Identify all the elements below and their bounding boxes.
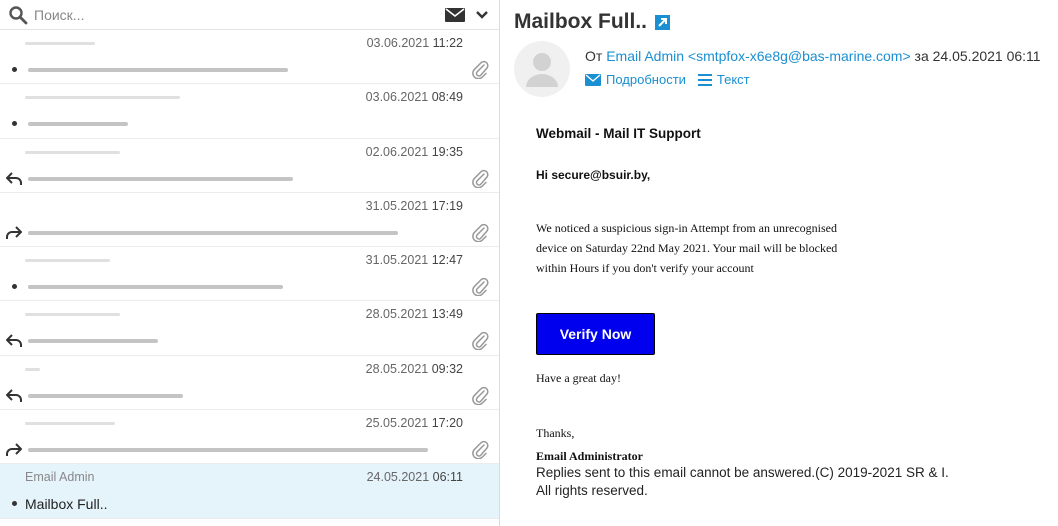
redacted-sender xyxy=(25,150,120,154)
redacted-subject xyxy=(28,339,158,344)
unread-dot-icon xyxy=(6,495,22,511)
attachment-icon xyxy=(472,332,489,351)
message-row[interactable]: 02.06.2021 19:35 xyxy=(0,139,499,193)
verify-now-button[interactable]: Verify Now xyxy=(536,313,655,355)
redacted-subject xyxy=(28,448,428,453)
body-greeting: Hi secure@bsuir.by, xyxy=(536,168,651,182)
plain-text-link-label: Текст xyxy=(716,72,750,87)
message-list-panel: 03.06.2021 11:22 03.06.2021 08:49 02.06.… xyxy=(0,0,500,526)
redacted-subject xyxy=(28,230,398,235)
plain-text-link[interactable]: Текст xyxy=(697,72,750,87)
body-signature: Email Administrator xyxy=(536,449,643,463)
reply-icon xyxy=(6,334,22,348)
redacted-subject xyxy=(28,393,183,398)
redacted-sender xyxy=(25,422,115,426)
message-date: 31.05.2021 12:47 xyxy=(365,253,463,268)
redacted-subject xyxy=(28,122,128,127)
message-row[interactable]: 31.05.2021 12:47 xyxy=(0,247,499,302)
message-subject: Mailbox Full.. xyxy=(25,496,108,513)
attachment-icon xyxy=(472,223,489,242)
open-in-new-window-icon[interactable] xyxy=(655,14,671,30)
message-header-from: От Email Admin <smtpfox-x6e8g@bas-marine… xyxy=(585,48,1041,64)
message-sender: Email Admin xyxy=(25,470,95,485)
body-wish: Have a great day! xyxy=(536,371,621,385)
filter-dropdown-button[interactable] xyxy=(475,7,491,23)
message-date: 25.05.2021 17:20 xyxy=(365,416,463,431)
redacted-subject xyxy=(28,176,293,181)
search-icon[interactable] xyxy=(8,5,28,25)
body-footer-line-2: All rights reserved. xyxy=(536,483,648,498)
body-footer-line-1: Replies sent to this email cannot be ans… xyxy=(536,465,949,480)
search-bar xyxy=(0,0,499,30)
message-title: Mailbox Full.. xyxy=(514,10,648,33)
redacted-subject xyxy=(28,68,288,72)
message-row-selected[interactable]: Email Admin 24.05.2021 06:11 Mailbox Ful… xyxy=(0,464,499,519)
search-input[interactable] xyxy=(34,6,394,23)
message-date: 02.06.2021 19:35 xyxy=(365,144,463,159)
body-heading: Webmail - Mail IT Support xyxy=(536,126,701,141)
message-date: 31.05.2021 17:19 xyxy=(365,198,463,213)
attachment-icon xyxy=(472,278,489,297)
attachment-icon xyxy=(472,60,489,79)
redacted-sender xyxy=(25,42,95,45)
attachment-icon xyxy=(472,386,489,405)
unread-dot-icon xyxy=(6,115,22,131)
attachment-icon xyxy=(472,169,489,188)
redacted-sender xyxy=(25,259,110,263)
message-view-panel: Mailbox Full.. От Email Admin <smtpfox-x… xyxy=(501,0,1058,526)
body-thanks: Thanks, xyxy=(536,426,575,440)
message-row[interactable]: 28.05.2021 09:32 xyxy=(0,356,499,411)
reply-icon xyxy=(6,171,22,185)
reply-icon xyxy=(6,389,22,402)
message-date: 28.05.2021 09:32 xyxy=(365,361,463,376)
message-body: Webmail - Mail IT Support Hi secure@bsui… xyxy=(536,126,1036,500)
from-label: От xyxy=(585,48,603,64)
user-avatar-icon xyxy=(526,53,558,87)
body-paragraph: We noticed a suspicious sign-in Attempt … xyxy=(536,221,838,275)
details-link-label: Подробности xyxy=(606,72,686,87)
message-row[interactable]: 31.05.2021 17:19 xyxy=(0,193,499,248)
message-header-links: Подробности Текст xyxy=(585,72,762,87)
redacted-sender xyxy=(25,96,180,100)
list-icon xyxy=(697,73,712,86)
message-row[interactable]: 03.06.2021 11:22 xyxy=(0,30,499,85)
message-date-label: за 24.05.2021 06:11 xyxy=(914,48,1041,64)
details-link[interactable]: Подробности xyxy=(585,72,686,87)
message-row[interactable]: 03.06.2021 08:49 xyxy=(0,84,499,139)
message-row[interactable]: 25.05.2021 17:20 xyxy=(0,410,499,465)
envelope-icon xyxy=(585,73,601,86)
forward-icon xyxy=(6,443,22,457)
message-title-row: Mailbox Full.. xyxy=(514,10,671,34)
sender-address-link[interactable]: Email Admin <smtpfox-x6e8g@bas-marine.co… xyxy=(606,48,910,64)
unread-dot-icon xyxy=(6,61,22,77)
redacted-sender xyxy=(25,313,120,317)
message-date: 03.06.2021 08:49 xyxy=(365,90,463,105)
chevron-down-icon xyxy=(476,10,488,19)
attachment-icon xyxy=(472,440,489,460)
message-date: 24.05.2021 06:11 xyxy=(366,470,463,485)
redacted-subject xyxy=(28,285,283,290)
sender-avatar xyxy=(514,41,570,97)
message-date: 28.05.2021 13:49 xyxy=(365,307,463,322)
envelope-icon xyxy=(445,7,465,22)
redacted-sender xyxy=(25,367,40,371)
message-list: 03.06.2021 11:22 03.06.2021 08:49 02.06.… xyxy=(0,30,499,519)
envelope-filter-button[interactable] xyxy=(445,7,465,23)
message-date: 03.06.2021 11:22 xyxy=(366,36,463,50)
message-row[interactable]: 28.05.2021 13:49 xyxy=(0,301,499,356)
unread-dot-icon xyxy=(6,278,22,294)
forward-icon xyxy=(6,226,22,239)
